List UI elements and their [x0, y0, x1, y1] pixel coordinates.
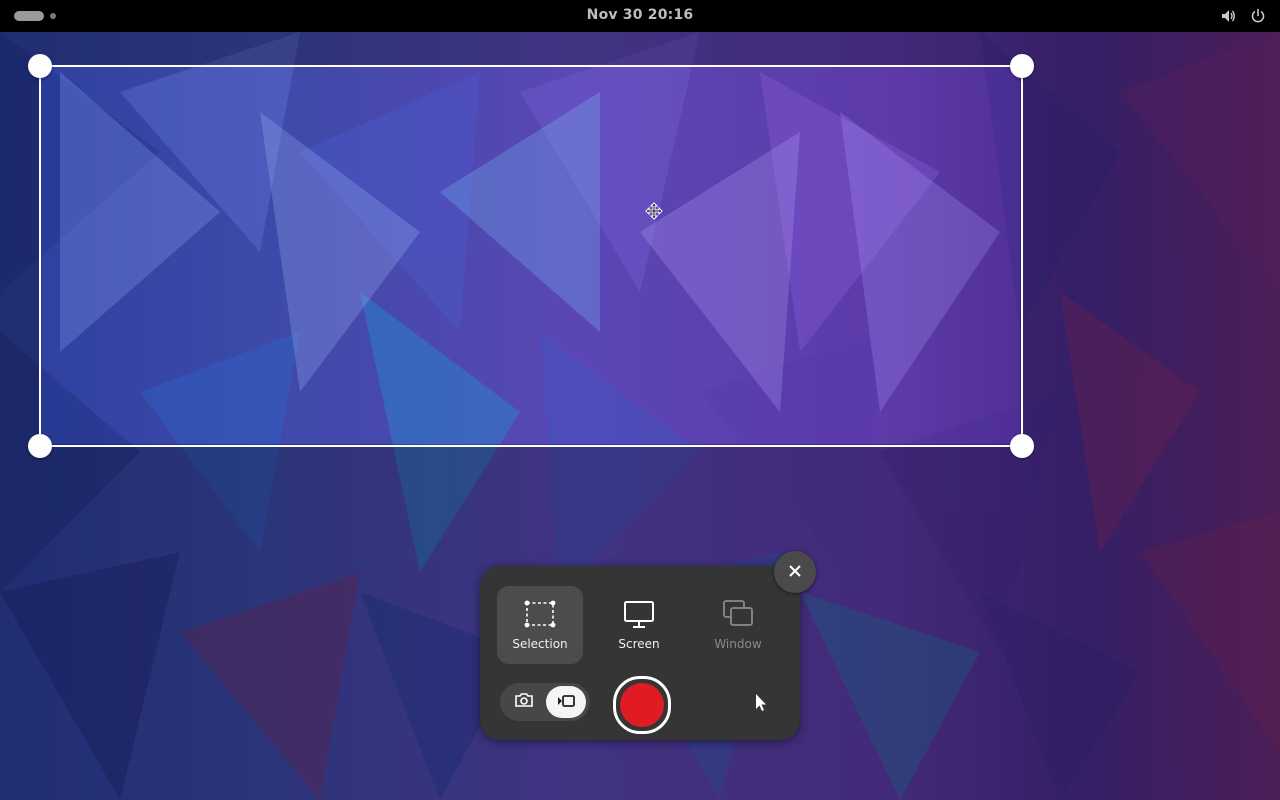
mode-selection-label: Selection — [512, 637, 568, 651]
top-bar: Nov 30 20:16 — [0, 0, 1280, 32]
window-icon — [722, 599, 754, 631]
show-pointer-button[interactable] — [748, 689, 774, 715]
record-button[interactable] — [613, 676, 671, 734]
handle-top-right[interactable] — [1010, 54, 1034, 78]
system-tray[interactable] — [1220, 8, 1266, 24]
move-cursor-icon — [645, 202, 663, 220]
selection-icon — [524, 599, 556, 631]
selection-area[interactable] — [28, 54, 1034, 458]
volume-icon[interactable] — [1220, 8, 1236, 24]
monitor-icon — [623, 599, 655, 631]
mode-window-button[interactable]: Window — [695, 586, 781, 664]
screencast-toggle-button[interactable] — [546, 686, 586, 718]
power-icon[interactable] — [1250, 8, 1266, 24]
capture-type-toggle — [500, 683, 590, 721]
handle-bottom-right[interactable] — [1010, 434, 1034, 458]
clock[interactable]: Nov 30 20:16 — [0, 7, 1280, 23]
close-icon — [788, 563, 802, 582]
mode-selection-button[interactable]: Selection — [497, 586, 583, 664]
handle-top-left[interactable] — [28, 54, 52, 78]
mode-screen-button[interactable]: Screen — [596, 586, 682, 664]
screenshot-panel: Selection Screen Window — [480, 566, 800, 740]
screencast-icon — [557, 693, 575, 712]
handle-bottom-left[interactable] — [28, 434, 52, 458]
camera-icon — [515, 692, 533, 712]
close-button[interactable] — [774, 551, 816, 593]
pointer-icon — [748, 694, 774, 719]
mode-screen-label: Screen — [618, 637, 660, 651]
mode-window-label: Window — [714, 637, 762, 651]
record-indicator — [620, 683, 664, 727]
screenshot-toggle-button[interactable] — [508, 686, 540, 718]
